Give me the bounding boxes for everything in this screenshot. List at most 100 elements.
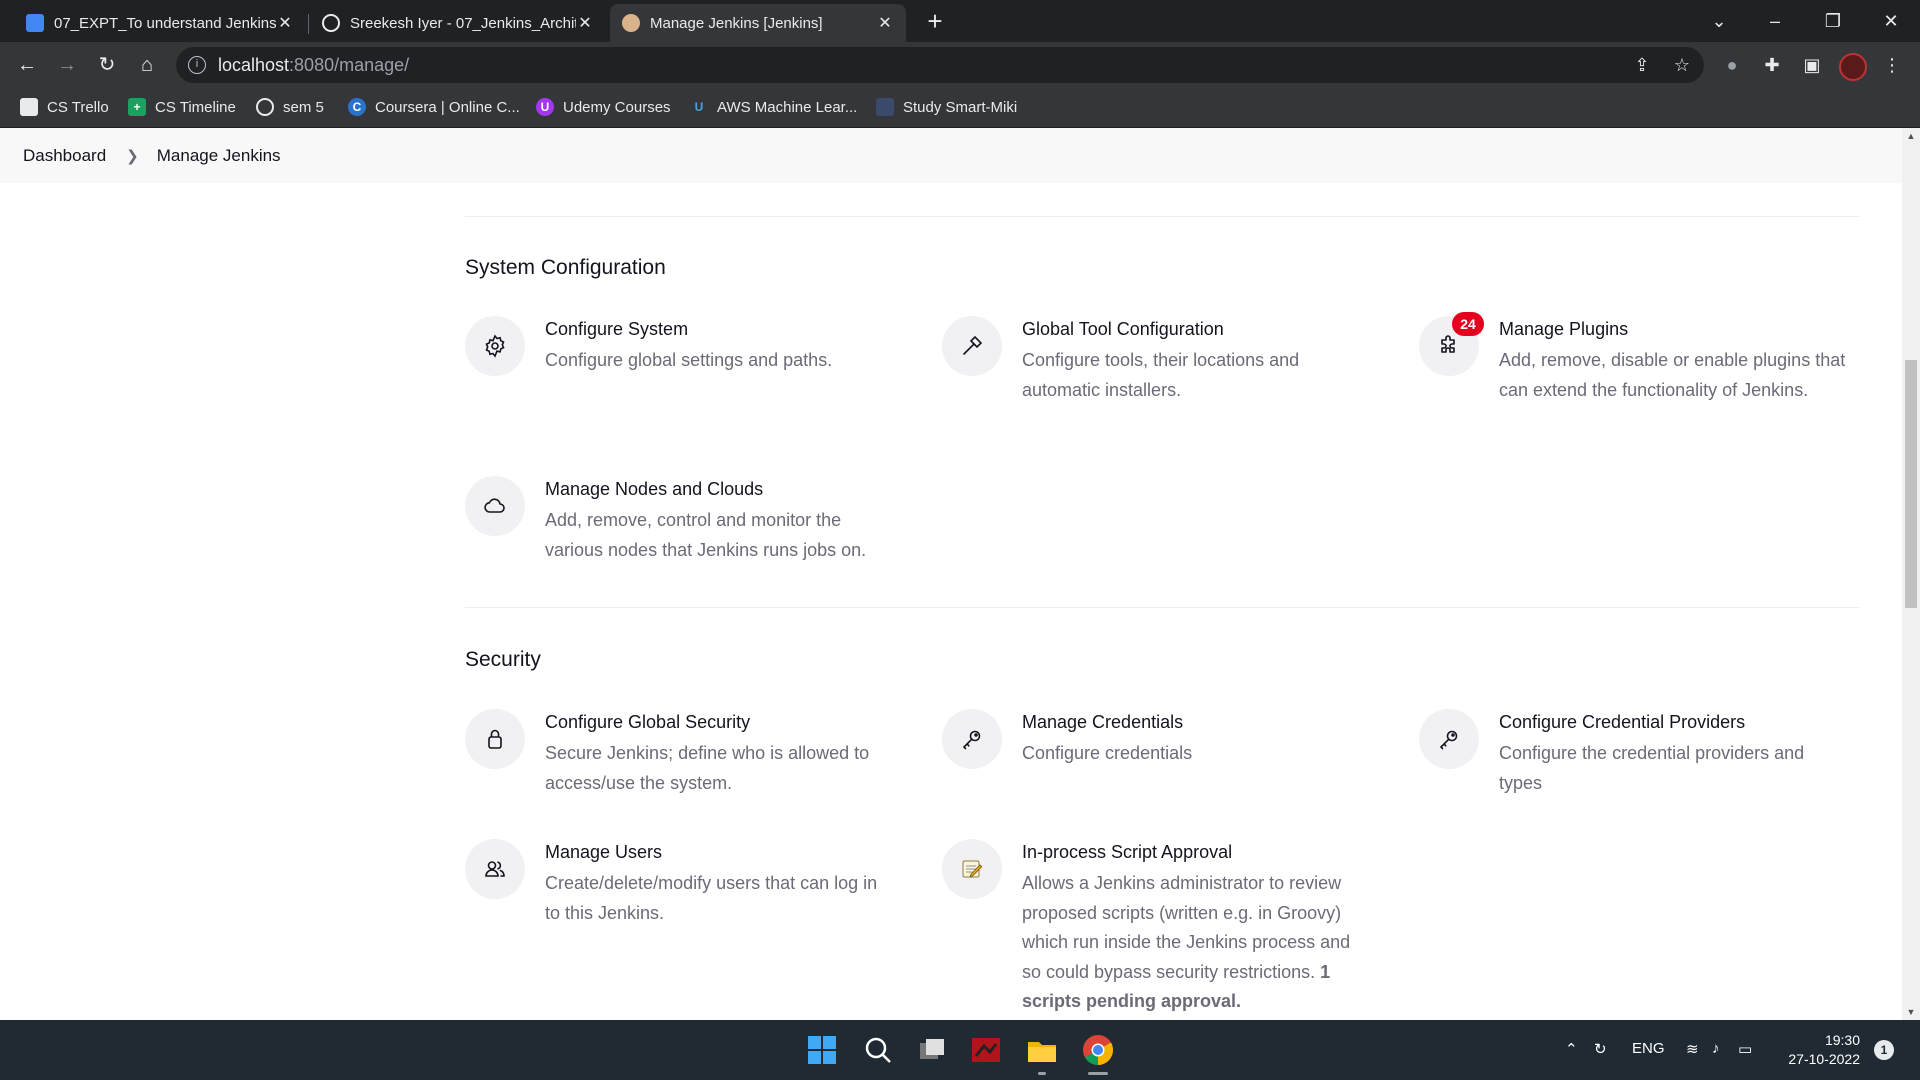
section-divider	[465, 607, 1859, 608]
chevron-right-icon: ❯	[126, 147, 139, 165]
tab-sreekesh-doc[interactable]: Sreekesh Iyer - 07_Jenkins_Archit ✕	[310, 4, 606, 42]
item-description: Configure global settings and paths.	[545, 350, 833, 370]
menu-kebab-icon[interactable]: ⋮	[1876, 49, 1908, 81]
bookmark-label: Study Smart-Miki	[903, 98, 1018, 116]
share-icon[interactable]: ⇪	[1630, 53, 1654, 77]
cloud-icon	[465, 476, 525, 536]
extension-icon[interactable]: ●	[1716, 49, 1748, 81]
language-indicator[interactable]: ENG	[1632, 1040, 1665, 1057]
item-title: Manage Plugins	[1499, 319, 1629, 339]
url-text[interactable]: localhost:8080/manage/	[218, 55, 409, 76]
manage-item-manage-nodes-and-clouds[interactable]: Manage Nodes and Clouds Add, remove, con…	[465, 476, 895, 576]
new-tab-button[interactable]: +	[920, 6, 950, 36]
windows-start-icon[interactable]	[804, 1032, 840, 1068]
bookmark-label: AWS Machine Lear...	[717, 98, 858, 116]
breadcrumb: Dashboard ❯ Manage Jenkins	[0, 128, 1902, 183]
item-title: Manage Credentials	[1022, 712, 1184, 732]
item-description: Secure Jenkins; define who is allowed to…	[545, 743, 870, 793]
search-icon[interactable]	[860, 1032, 896, 1068]
tab-manage-jenkins[interactable]: Manage Jenkins [Jenkins] ✕	[610, 4, 906, 42]
manage-item-configure-credential-providers[interactable]: Configure Credential Providers Configure…	[1419, 709, 1849, 809]
item-title: Configure Credential Providers	[1499, 712, 1746, 732]
key-icon	[1419, 709, 1479, 769]
lock-icon	[465, 709, 525, 769]
study-icon	[876, 98, 894, 116]
item-title: Global Tool Configuration	[1022, 319, 1224, 339]
jenkins-butler-icon	[622, 14, 640, 32]
item-title: Configure Global Security	[545, 712, 751, 732]
chrome-icon[interactable]	[1080, 1032, 1116, 1068]
key-icon	[942, 709, 1002, 769]
reload-icon[interactable]: ↻	[91, 49, 123, 81]
back-icon[interactable]: ←	[11, 49, 43, 81]
manage-item-global-tool-configuration[interactable]: Global Tool Configuration Configure tool…	[942, 316, 1372, 416]
gear-icon	[465, 316, 525, 376]
bookmark-cs-timeline[interactable]: + CS Timeline	[128, 98, 236, 116]
manage-item-manage-plugins[interactable]: Manage Plugins Add, remove, disable or e…	[1419, 316, 1849, 446]
tab-search-icon[interactable]: ⌄	[1694, 0, 1744, 42]
item-description: Create/delete/modify users that can log …	[545, 873, 878, 923]
manage-item-in-process-script-approval[interactable]: In-process Script Approval Allows a Jenk…	[942, 839, 1372, 1019]
page-scrollbar[interactable]: ▲ ▼	[1902, 128, 1920, 1020]
restore-button[interactable]: ❐	[1808, 0, 1858, 42]
plugin-updates-badge: 24	[1452, 312, 1484, 336]
bookmark-aws[interactable]: U AWS Machine Lear...	[690, 98, 858, 116]
home-icon[interactable]: ⌂	[131, 49, 163, 81]
close-window-button[interactable]: ✕	[1866, 0, 1916, 42]
jenkins-page: Dashboard ❯ Manage Jenkins System Config…	[0, 128, 1902, 1020]
tab-separator	[308, 14, 309, 34]
browser-toolbar: ← → ↻ ⌂ i localhost:8080/manage/ ⇪ ☆ ● ✚…	[0, 42, 1920, 88]
manage-item-manage-users[interactable]: Manage Users Create/delete/modify users …	[465, 839, 895, 939]
bookmark-cs-trello[interactable]: CS Trello	[20, 98, 109, 116]
bookmark-udemy[interactable]: U Udemy Courses	[536, 98, 671, 116]
scrollbar-thumb[interactable]	[1905, 360, 1917, 608]
manage-item-manage-credentials[interactable]: Manage Credentials Configure credentials	[942, 709, 1372, 779]
battery-icon[interactable]: ▭	[1738, 1040, 1752, 1058]
file-explorer-icon[interactable]	[1024, 1032, 1060, 1068]
tab-title: Sreekesh Iyer - 07_Jenkins_Archit	[350, 14, 576, 32]
close-icon[interactable]: ✕	[576, 13, 594, 33]
forward-icon[interactable]: →	[51, 49, 83, 81]
plus-green-icon: +	[128, 98, 146, 116]
close-icon[interactable]: ✕	[276, 13, 294, 33]
chevron-up-icon[interactable]: ⌃	[1565, 1040, 1578, 1058]
item-description: Configure credentials	[1022, 743, 1193, 763]
item-title: Manage Users	[545, 842, 663, 862]
sync-icon[interactable]: ↻	[1594, 1040, 1607, 1058]
docs-person-icon	[26, 14, 44, 32]
system-clock[interactable]: 19:30 27-10-2022	[1780, 1031, 1860, 1069]
minimize-button[interactable]: –	[1750, 0, 1800, 42]
clock-time: 19:30	[1824, 1032, 1860, 1048]
notification-badge[interactable]: 1	[1874, 1040, 1894, 1060]
manage-item-configure-system[interactable]: Configure System Configure global settin…	[465, 316, 895, 386]
bookmark-sem5[interactable]: sem 5	[256, 98, 324, 116]
scroll-up-icon[interactable]: ▲	[1902, 128, 1920, 144]
site-info-icon[interactable]: i	[188, 56, 206, 74]
trello-icon	[20, 98, 38, 116]
item-description: Add, remove, disable or enable plugins t…	[1499, 350, 1846, 400]
wifi-icon[interactable]: ≋	[1686, 1040, 1699, 1058]
puzzle-extensions-icon[interactable]: ✚	[1756, 49, 1788, 81]
udemy-icon: U	[536, 98, 554, 116]
clock-date: 27-10-2022	[1788, 1051, 1860, 1067]
bookmark-label: CS Trello	[47, 98, 109, 116]
breadcrumb-manage-jenkins[interactable]: Manage Jenkins	[157, 146, 281, 166]
close-icon[interactable]: ✕	[876, 13, 894, 33]
bookmark-study-smart[interactable]: Study Smart-Miki	[876, 98, 1017, 116]
coursera-icon: C	[348, 98, 366, 116]
volume-icon[interactable]: ♪	[1712, 1040, 1720, 1057]
bookmark-star-icon[interactable]: ☆	[1670, 53, 1694, 77]
manage-item-configure-global-security[interactable]: Configure Global Security Secure Jenkins…	[465, 709, 895, 809]
breadcrumb-dashboard[interactable]: Dashboard	[23, 146, 106, 166]
profile-avatar[interactable]	[1839, 53, 1867, 81]
tab-expt-doc[interactable]: 07_EXPT_To understand Jenkins M ✕	[14, 4, 306, 42]
tab-strip: 07_EXPT_To understand Jenkins M ✕ Sreeke…	[0, 0, 1920, 42]
app-red-icon[interactable]	[968, 1032, 1004, 1068]
bookmark-coursera[interactable]: C Coursera | Online C...	[348, 98, 520, 116]
scroll-down-icon[interactable]: ▼	[1902, 1004, 1920, 1020]
hammer-icon	[942, 316, 1002, 376]
bookmarks-bar: CS Trello + CS Timeline sem 5 C Coursera…	[0, 88, 1920, 128]
side-panel-icon[interactable]: ▣	[1796, 49, 1828, 81]
address-bar[interactable]: i localhost:8080/manage/ ⇪ ☆	[176, 47, 1704, 83]
task-view-icon[interactable]	[914, 1032, 950, 1068]
